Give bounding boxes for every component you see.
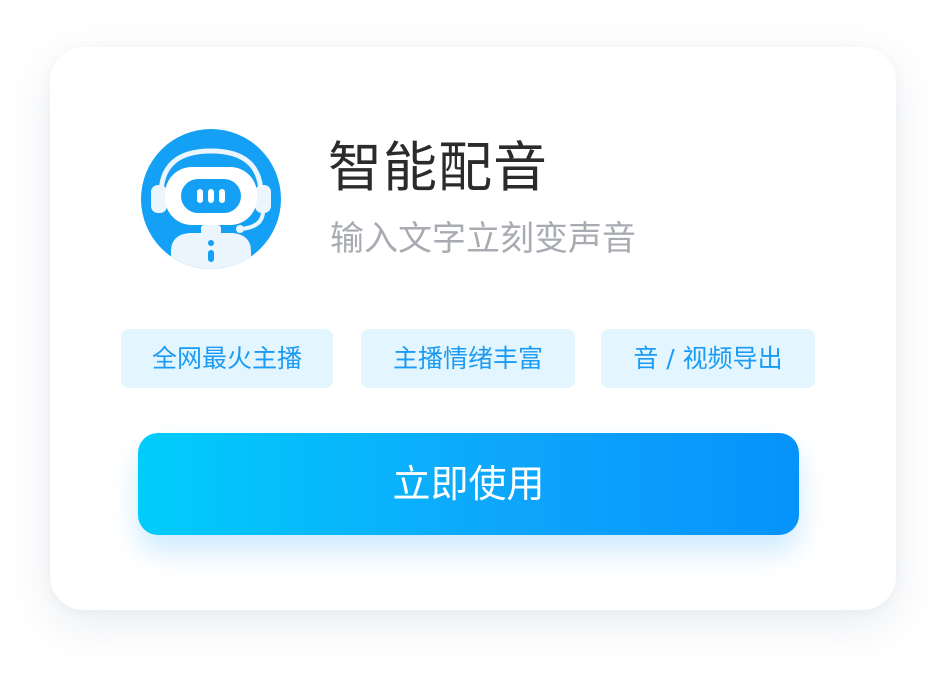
page-title: 智能配音 — [328, 136, 548, 199]
feature-tag-audio-video-export: 音 / 视频导出 — [601, 329, 815, 388]
feature-tag-rich-emotions: 主播情绪丰富 — [361, 329, 575, 388]
use-now-button[interactable]: 立即使用 — [138, 433, 799, 535]
feature-card: 智能配音 输入文字立刻变声音 全网最火主播 主播情绪丰富 音 / 视频导出 立即… — [50, 47, 896, 610]
page-subtitle: 输入文字立刻变声音 — [330, 219, 636, 259]
feature-tag-top-anchors: 全网最火主播 — [121, 329, 333, 388]
robot-headset-icon — [141, 129, 281, 269]
